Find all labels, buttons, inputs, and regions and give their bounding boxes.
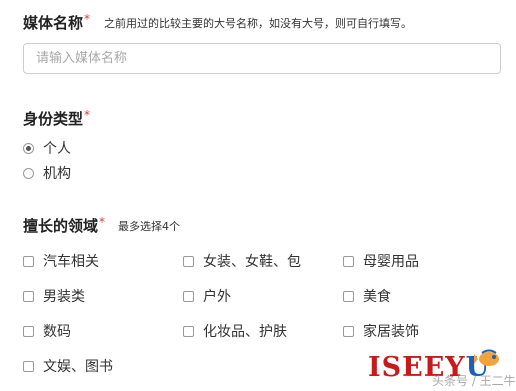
radio-unselected-icon[interactable] [23,167,34,179]
domains-hint: 最多选择4个 [118,220,180,233]
radio-selected-icon[interactable] [23,142,34,154]
domain-option-label: 数码 [43,324,71,340]
domain-option-entertainment[interactable]: 文娱、图书 [23,356,113,376]
checkbox[interactable] [23,255,34,267]
checkbox[interactable] [23,290,34,302]
domain-option-baby[interactable]: 母婴用品 [343,251,419,271]
domains-label: 擅长的领域* [23,215,105,236]
domain-option-label: 家居装饰 [363,324,419,340]
domain-option-label: 女装、女鞋、包 [203,254,301,270]
domain-option-label: 美食 [363,289,391,305]
domain-option-womenswear[interactable]: 女装、女鞋、包 [183,251,301,271]
required-mark: * [84,108,91,122]
identity-option-label: 机构 [43,166,71,182]
identity-option-individual[interactable]: 个人 [23,138,71,158]
domain-option-cosmetics[interactable]: 化妆品、护肤 [183,321,287,341]
identity-option-label: 个人 [43,141,71,157]
media-name-label: 媒体名称* [23,12,90,33]
identity-type-label-text: 身份类型 [23,110,84,128]
domain-option-food[interactable]: 美食 [343,286,391,306]
domain-option-outdoor[interactable]: 户外 [183,286,231,306]
checkbox[interactable] [23,360,34,372]
checkbox[interactable] [183,255,194,267]
domains-label-text: 擅长的领域 [23,217,99,235]
domain-option-digital[interactable]: 数码 [23,321,71,341]
required-mark: * [99,215,106,229]
domain-option-label: 男装类 [43,289,85,305]
domain-option-label: 户外 [203,289,231,305]
domain-option-auto[interactable]: 汽车相关 [23,251,99,271]
watermark-caption: 头条号 / 王二牛 [432,374,516,388]
checkbox[interactable] [23,325,34,337]
watermark-fish-icon [474,349,499,366]
domain-option-label: 文娱、图书 [43,359,113,375]
domain-option-label: 化妆品、护肤 [203,324,287,340]
media-name-hint: 之前用过的比较主要的大号名称，如没有大号，则可自行填写。 [104,17,412,30]
domain-option-label: 母婴用品 [363,254,419,270]
identity-option-organization[interactable]: 机构 [23,163,71,183]
domain-option-home[interactable]: 家居装饰 [343,321,419,341]
checkbox[interactable] [343,325,354,337]
media-name-label-text: 媒体名称 [23,14,84,32]
checkbox[interactable] [343,290,354,302]
checkbox[interactable] [183,290,194,302]
media-name-input[interactable] [23,43,501,74]
identity-type-label: 身份类型* [23,108,90,129]
required-mark: * [84,12,91,26]
checkbox[interactable] [343,255,354,267]
domain-option-label: 汽车相关 [43,254,99,270]
domain-option-menswear[interactable]: 男装类 [23,286,85,306]
checkbox[interactable] [183,325,194,337]
